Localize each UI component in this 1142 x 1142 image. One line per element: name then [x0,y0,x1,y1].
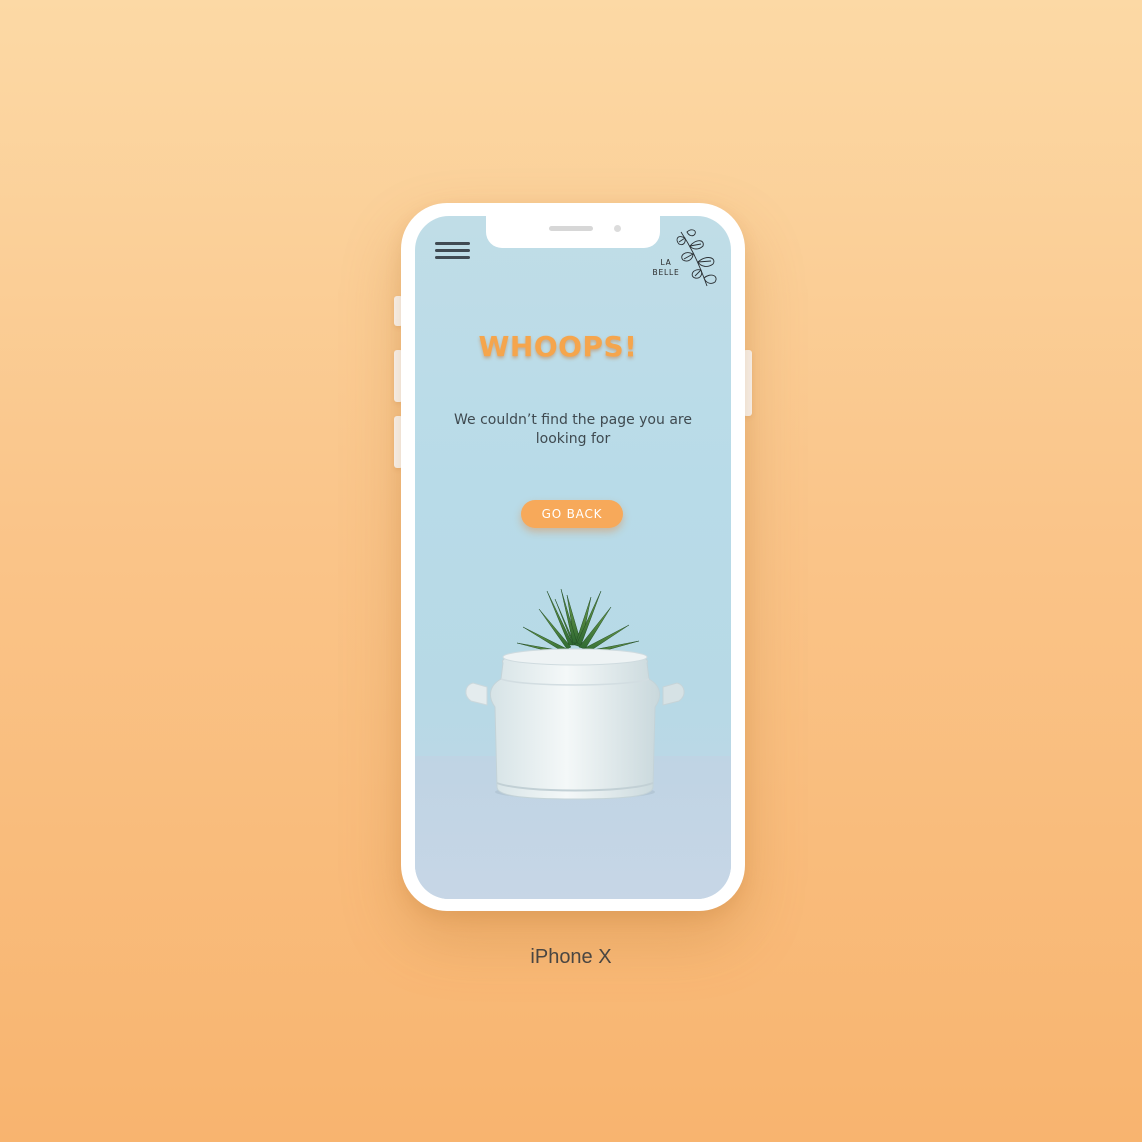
hamburger-menu-icon[interactable] [435,242,470,262]
earpiece-speaker [549,226,593,231]
brand-logo[interactable]: LA BELLE [651,228,723,290]
front-camera [614,225,621,232]
phone-notch [486,216,660,248]
succulent-pot-illustration [465,588,685,800]
go-back-button[interactable]: GO BACK [521,500,623,528]
leaf-branch-icon [676,229,717,287]
error-message: We couldn’t find the page you are lookin… [454,412,692,447]
error-headline: WHOOPS! [478,330,638,363]
iphone-frame: LA BELLE WHOOPS! We couldn’t find the pa… [401,203,745,911]
phone-screen: LA BELLE WHOOPS! We couldn’t find the pa… [415,216,731,899]
device-label: iPhone X [530,946,612,968]
